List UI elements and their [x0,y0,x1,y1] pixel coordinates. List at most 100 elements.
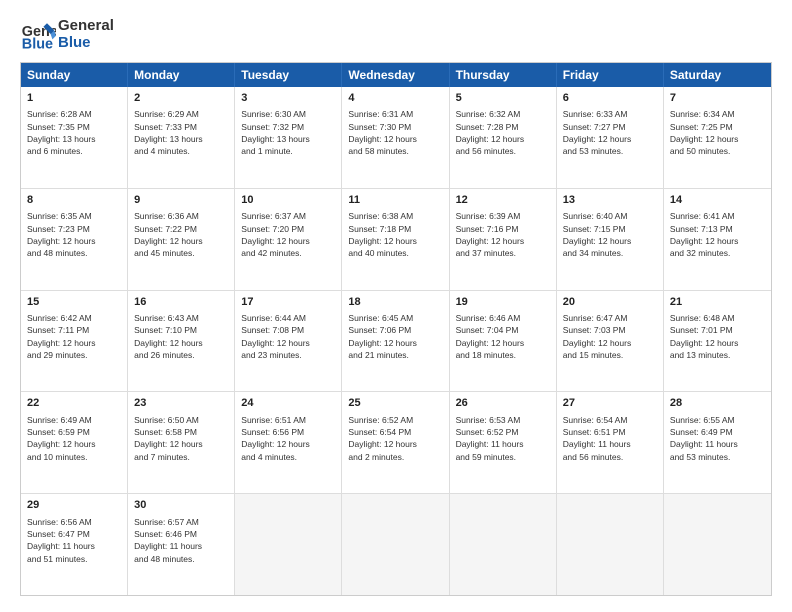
day-number: 14 [670,193,765,208]
cell-info: Sunrise: 6:49 AMSunset: 6:59 PMDaylight:… [27,414,121,463]
day-number: 29 [27,498,121,513]
day-number: 21 [670,295,765,310]
calendar-row-2: 8 Sunrise: 6:35 AMSunset: 7:23 PMDaylight… [21,188,771,290]
day-number: 12 [456,193,550,208]
svg-text:Blue: Blue [22,36,53,52]
day-cell-26: 26Sunrise: 6:53 AMSunset: 6:52 PMDayligh… [450,392,557,493]
cell-info: Sunrise: 6:36 AMSunset: 7:22 PMDaylight:… [134,210,228,259]
day-cell-6: 6 Sunrise: 6:33 AMSunset: 7:27 PMDaylight… [557,87,664,188]
cell-info: Sunrise: 6:37 AMSunset: 7:20 PMDaylight:… [241,210,335,259]
day-number: 1 [27,91,121,106]
weekday-header-monday: Monday [128,63,235,87]
cell-info: Sunrise: 6:55 AMSunset: 6:49 PMDaylight:… [670,414,765,463]
cell-info: Sunrise: 6:39 AMSunset: 7:16 PMDaylight:… [456,210,550,259]
day-cell-4: 4 Sunrise: 6:31 AMSunset: 7:30 PMDaylight… [342,87,449,188]
cell-info: Sunrise: 6:31 AMSunset: 7:30 PMDaylight:… [348,108,442,157]
cell-info: Sunrise: 6:57 AMSunset: 6:46 PMDaylight:… [134,516,228,565]
day-number: 16 [134,295,228,310]
day-cell-9: 9 Sunrise: 6:36 AMSunset: 7:22 PMDaylight… [128,189,235,290]
cell-info: Sunrise: 6:34 AMSunset: 7:25 PMDaylight:… [670,108,765,157]
day-cell-3: 3Sunrise: 6:30 AMSunset: 7:32 PMDaylight… [235,87,342,188]
header: General Blue General Blue [20,16,772,52]
day-number: 30 [134,498,228,513]
cell-info: Sunrise: 6:43 AMSunset: 7:10 PMDaylight:… [134,312,228,361]
day-number: 11 [348,193,442,208]
logo-general: General [58,17,114,34]
cell-info: Sunrise: 6:42 AMSunset: 7:11 PMDaylight:… [27,312,121,361]
day-cell-19: 19 Sunrise: 6:46 AMSunset: 7:04 PMDayligh… [450,291,557,392]
day-number: 3 [241,91,335,106]
calendar-row-4: 22 Sunrise: 6:49 AMSunset: 6:59 PMDayligh… [21,391,771,493]
day-number: 5 [456,91,550,106]
day-number: 18 [348,295,442,310]
day-cell-17: 17Sunrise: 6:44 AMSunset: 7:08 PMDayligh… [235,291,342,392]
weekday-header-sunday: Sunday [21,63,128,87]
day-cell-15: 15Sunrise: 6:42 AMSunset: 7:11 PMDayligh… [21,291,128,392]
logo-blue: Blue [58,34,114,51]
day-cell-2: 2 Sunrise: 6:29 AMSunset: 7:33 PMDaylight… [128,87,235,188]
day-number: 22 [27,396,121,411]
day-number: 27 [563,396,657,411]
cell-info: Sunrise: 6:33 AMSunset: 7:27 PMDaylight:… [563,108,657,157]
day-cell-24: 24 Sunrise: 6:51 AMSunset: 6:56 PMDayligh… [235,392,342,493]
calendar-row-5: 29 Sunrise: 6:56 AMSunset: 6:47 PMDayligh… [21,493,771,595]
day-number: 19 [456,295,550,310]
day-cell-29: 29 Sunrise: 6:56 AMSunset: 6:47 PMDayligh… [21,494,128,595]
calendar-row-3: 15Sunrise: 6:42 AMSunset: 7:11 PMDayligh… [21,290,771,392]
empty-cell [557,494,664,595]
day-cell-16: 16 Sunrise: 6:43 AMSunset: 7:10 PMDayligh… [128,291,235,392]
day-cell-10: 10 Sunrise: 6:37 AMSunset: 7:20 PMDayligh… [235,189,342,290]
cell-info: Sunrise: 6:56 AMSunset: 6:47 PMDaylight:… [27,516,121,565]
calendar-header: SundayMondayTuesdayWednesdayThursdayFrid… [21,63,771,87]
calendar-body: 1 Sunrise: 6:28 AMSunset: 7:35 PMDaylight… [21,87,771,595]
cell-info: Sunrise: 6:28 AMSunset: 7:35 PMDaylight:… [27,108,121,157]
day-cell-18: 18 Sunrise: 6:45 AMSunset: 7:06 PMDayligh… [342,291,449,392]
calendar-row-1: 1 Sunrise: 6:28 AMSunset: 7:35 PMDaylight… [21,87,771,188]
day-cell-20: 20Sunrise: 6:47 AMSunset: 7:03 PMDayligh… [557,291,664,392]
empty-cell [664,494,771,595]
day-number: 28 [670,396,765,411]
cell-info: Sunrise: 6:46 AMSunset: 7:04 PMDaylight:… [456,312,550,361]
cell-info: Sunrise: 6:35 AMSunset: 7:23 PMDaylight:… [27,210,121,259]
day-cell-12: 12 Sunrise: 6:39 AMSunset: 7:16 PMDayligh… [450,189,557,290]
day-cell-27: 27 Sunrise: 6:54 AMSunset: 6:51 PMDayligh… [557,392,664,493]
day-cell-30: 30 Sunrise: 6:57 AMSunset: 6:46 PMDayligh… [128,494,235,595]
cell-info: Sunrise: 6:54 AMSunset: 6:51 PMDaylight:… [563,414,657,463]
day-cell-8: 8 Sunrise: 6:35 AMSunset: 7:23 PMDaylight… [21,189,128,290]
day-cell-13: 13Sunrise: 6:40 AMSunset: 7:15 PMDayligh… [557,189,664,290]
day-number: 4 [348,91,442,106]
weekday-header-tuesday: Tuesday [235,63,342,87]
day-cell-5: 5Sunrise: 6:32 AMSunset: 7:28 PMDaylight… [450,87,557,188]
weekday-header-wednesday: Wednesday [342,63,449,87]
cell-info: Sunrise: 6:52 AMSunset: 6:54 PMDaylight:… [348,414,442,463]
day-number: 10 [241,193,335,208]
cell-info: Sunrise: 6:47 AMSunset: 7:03 PMDaylight:… [563,312,657,361]
empty-cell [342,494,449,595]
day-number: 24 [241,396,335,411]
day-cell-28: 28 Sunrise: 6:55 AMSunset: 6:49 PMDayligh… [664,392,771,493]
day-number: 9 [134,193,228,208]
day-number: 25 [348,396,442,411]
cell-info: Sunrise: 6:29 AMSunset: 7:33 PMDaylight:… [134,108,228,157]
weekday-header-saturday: Saturday [664,63,771,87]
day-cell-14: 14 Sunrise: 6:41 AMSunset: 7:13 PMDayligh… [664,189,771,290]
day-cell-25: 25 Sunrise: 6:52 AMSunset: 6:54 PMDayligh… [342,392,449,493]
day-number: 2 [134,91,228,106]
cell-info: Sunrise: 6:41 AMSunset: 7:13 PMDaylight:… [670,210,765,259]
cell-info: Sunrise: 6:45 AMSunset: 7:06 PMDaylight:… [348,312,442,361]
day-cell-7: 7 Sunrise: 6:34 AMSunset: 7:25 PMDaylight… [664,87,771,188]
cell-info: Sunrise: 6:50 AMSunset: 6:58 PMDaylight:… [134,414,228,463]
weekday-header-thursday: Thursday [450,63,557,87]
day-number: 6 [563,91,657,106]
cell-info: Sunrise: 6:51 AMSunset: 6:56 PMDaylight:… [241,414,335,463]
weekday-header-friday: Friday [557,63,664,87]
calendar: SundayMondayTuesdayWednesdayThursdayFrid… [20,62,772,596]
day-number: 7 [670,91,765,106]
empty-cell [450,494,557,595]
day-cell-22: 22 Sunrise: 6:49 AMSunset: 6:59 PMDayligh… [21,392,128,493]
day-number: 17 [241,295,335,310]
day-number: 8 [27,193,121,208]
day-number: 26 [456,396,550,411]
cell-info: Sunrise: 6:40 AMSunset: 7:15 PMDaylight:… [563,210,657,259]
cell-info: Sunrise: 6:38 AMSunset: 7:18 PMDaylight:… [348,210,442,259]
